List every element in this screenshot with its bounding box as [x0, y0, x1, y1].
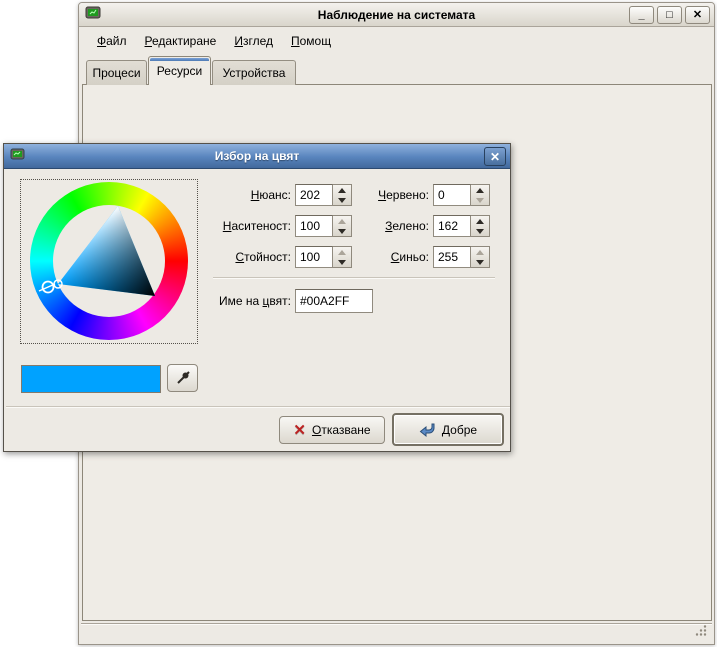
menu-help[interactable]: Помощ: [283, 31, 339, 51]
color-picker-dialog: Избор на цвят ✕: [3, 143, 511, 452]
saturation-value-triangle[interactable]: [21, 180, 199, 345]
hue-label: Нюанс:: [194, 184, 291, 206]
green-spin-buttons[interactable]: [471, 215, 490, 237]
menubar: Файл Редактиране Изглед Помощ: [81, 28, 712, 53]
menu-edit[interactable]: Редактиране: [137, 31, 225, 51]
dialog-title: Избор на цвят: [4, 149, 510, 163]
tab-processes[interactable]: Процеси: [86, 60, 147, 85]
window-title: Наблюдение на системата: [79, 8, 714, 22]
red-spin-buttons[interactable]: [471, 184, 490, 206]
button-divider: [6, 406, 510, 408]
red-label: Червено:: [349, 184, 429, 206]
system-monitor-icon: [85, 6, 101, 23]
eyedropper-button[interactable]: [167, 364, 198, 392]
maximize-button[interactable]: □: [657, 6, 682, 24]
tab-resources[interactable]: Ресурси: [148, 56, 211, 85]
blue-spin-buttons[interactable]: [471, 246, 490, 268]
dialog-icon: [10, 148, 25, 164]
green-label: Зелено:: [349, 215, 429, 237]
ok-enter-icon: [419, 422, 436, 438]
titlebar[interactable]: Наблюдение на системата _ □ ✕: [79, 3, 714, 27]
menu-file[interactable]: Файл: [89, 31, 135, 51]
color-name-label: Име на цвят:: [171, 290, 291, 312]
statusbar-divider: [81, 623, 712, 624]
blue-label: Синьо:: [349, 246, 429, 268]
minimize-button[interactable]: _: [629, 6, 654, 24]
desktop: Наблюдение на системата _ □ ✕ Файл Редак…: [0, 0, 717, 647]
ok-button[interactable]: Добре: [392, 413, 504, 446]
close-button[interactable]: ✕: [685, 6, 710, 24]
fields-divider: [213, 277, 495, 279]
eyedropper-icon: [175, 370, 191, 386]
hue-spinbox[interactable]: 202: [295, 184, 333, 206]
tab-devices[interactable]: Устройства: [212, 60, 296, 85]
menu-view[interactable]: Изглед: [226, 31, 281, 51]
color-name-input[interactable]: #00A2FF: [295, 289, 373, 313]
dialog-titlebar[interactable]: Избор на цвят ✕: [4, 144, 510, 169]
color-wheel-area: [20, 179, 198, 344]
saturation-spinbox[interactable]: 100: [295, 215, 333, 237]
color-preview: [21, 365, 161, 393]
green-spinbox[interactable]: 162: [433, 215, 471, 237]
cancel-button[interactable]: ✕ Отказване: [279, 416, 385, 444]
saturation-label: Наситеност:: [194, 215, 291, 237]
value-spinbox[interactable]: 100: [295, 246, 333, 268]
red-spinbox[interactable]: 0: [433, 184, 471, 206]
dialog-close-button[interactable]: ✕: [484, 147, 506, 166]
blue-spinbox[interactable]: 255: [433, 246, 471, 268]
value-label: Стойност:: [194, 246, 291, 268]
cancel-x-icon: ✕: [293, 423, 306, 438]
resize-grip[interactable]: [695, 624, 708, 640]
